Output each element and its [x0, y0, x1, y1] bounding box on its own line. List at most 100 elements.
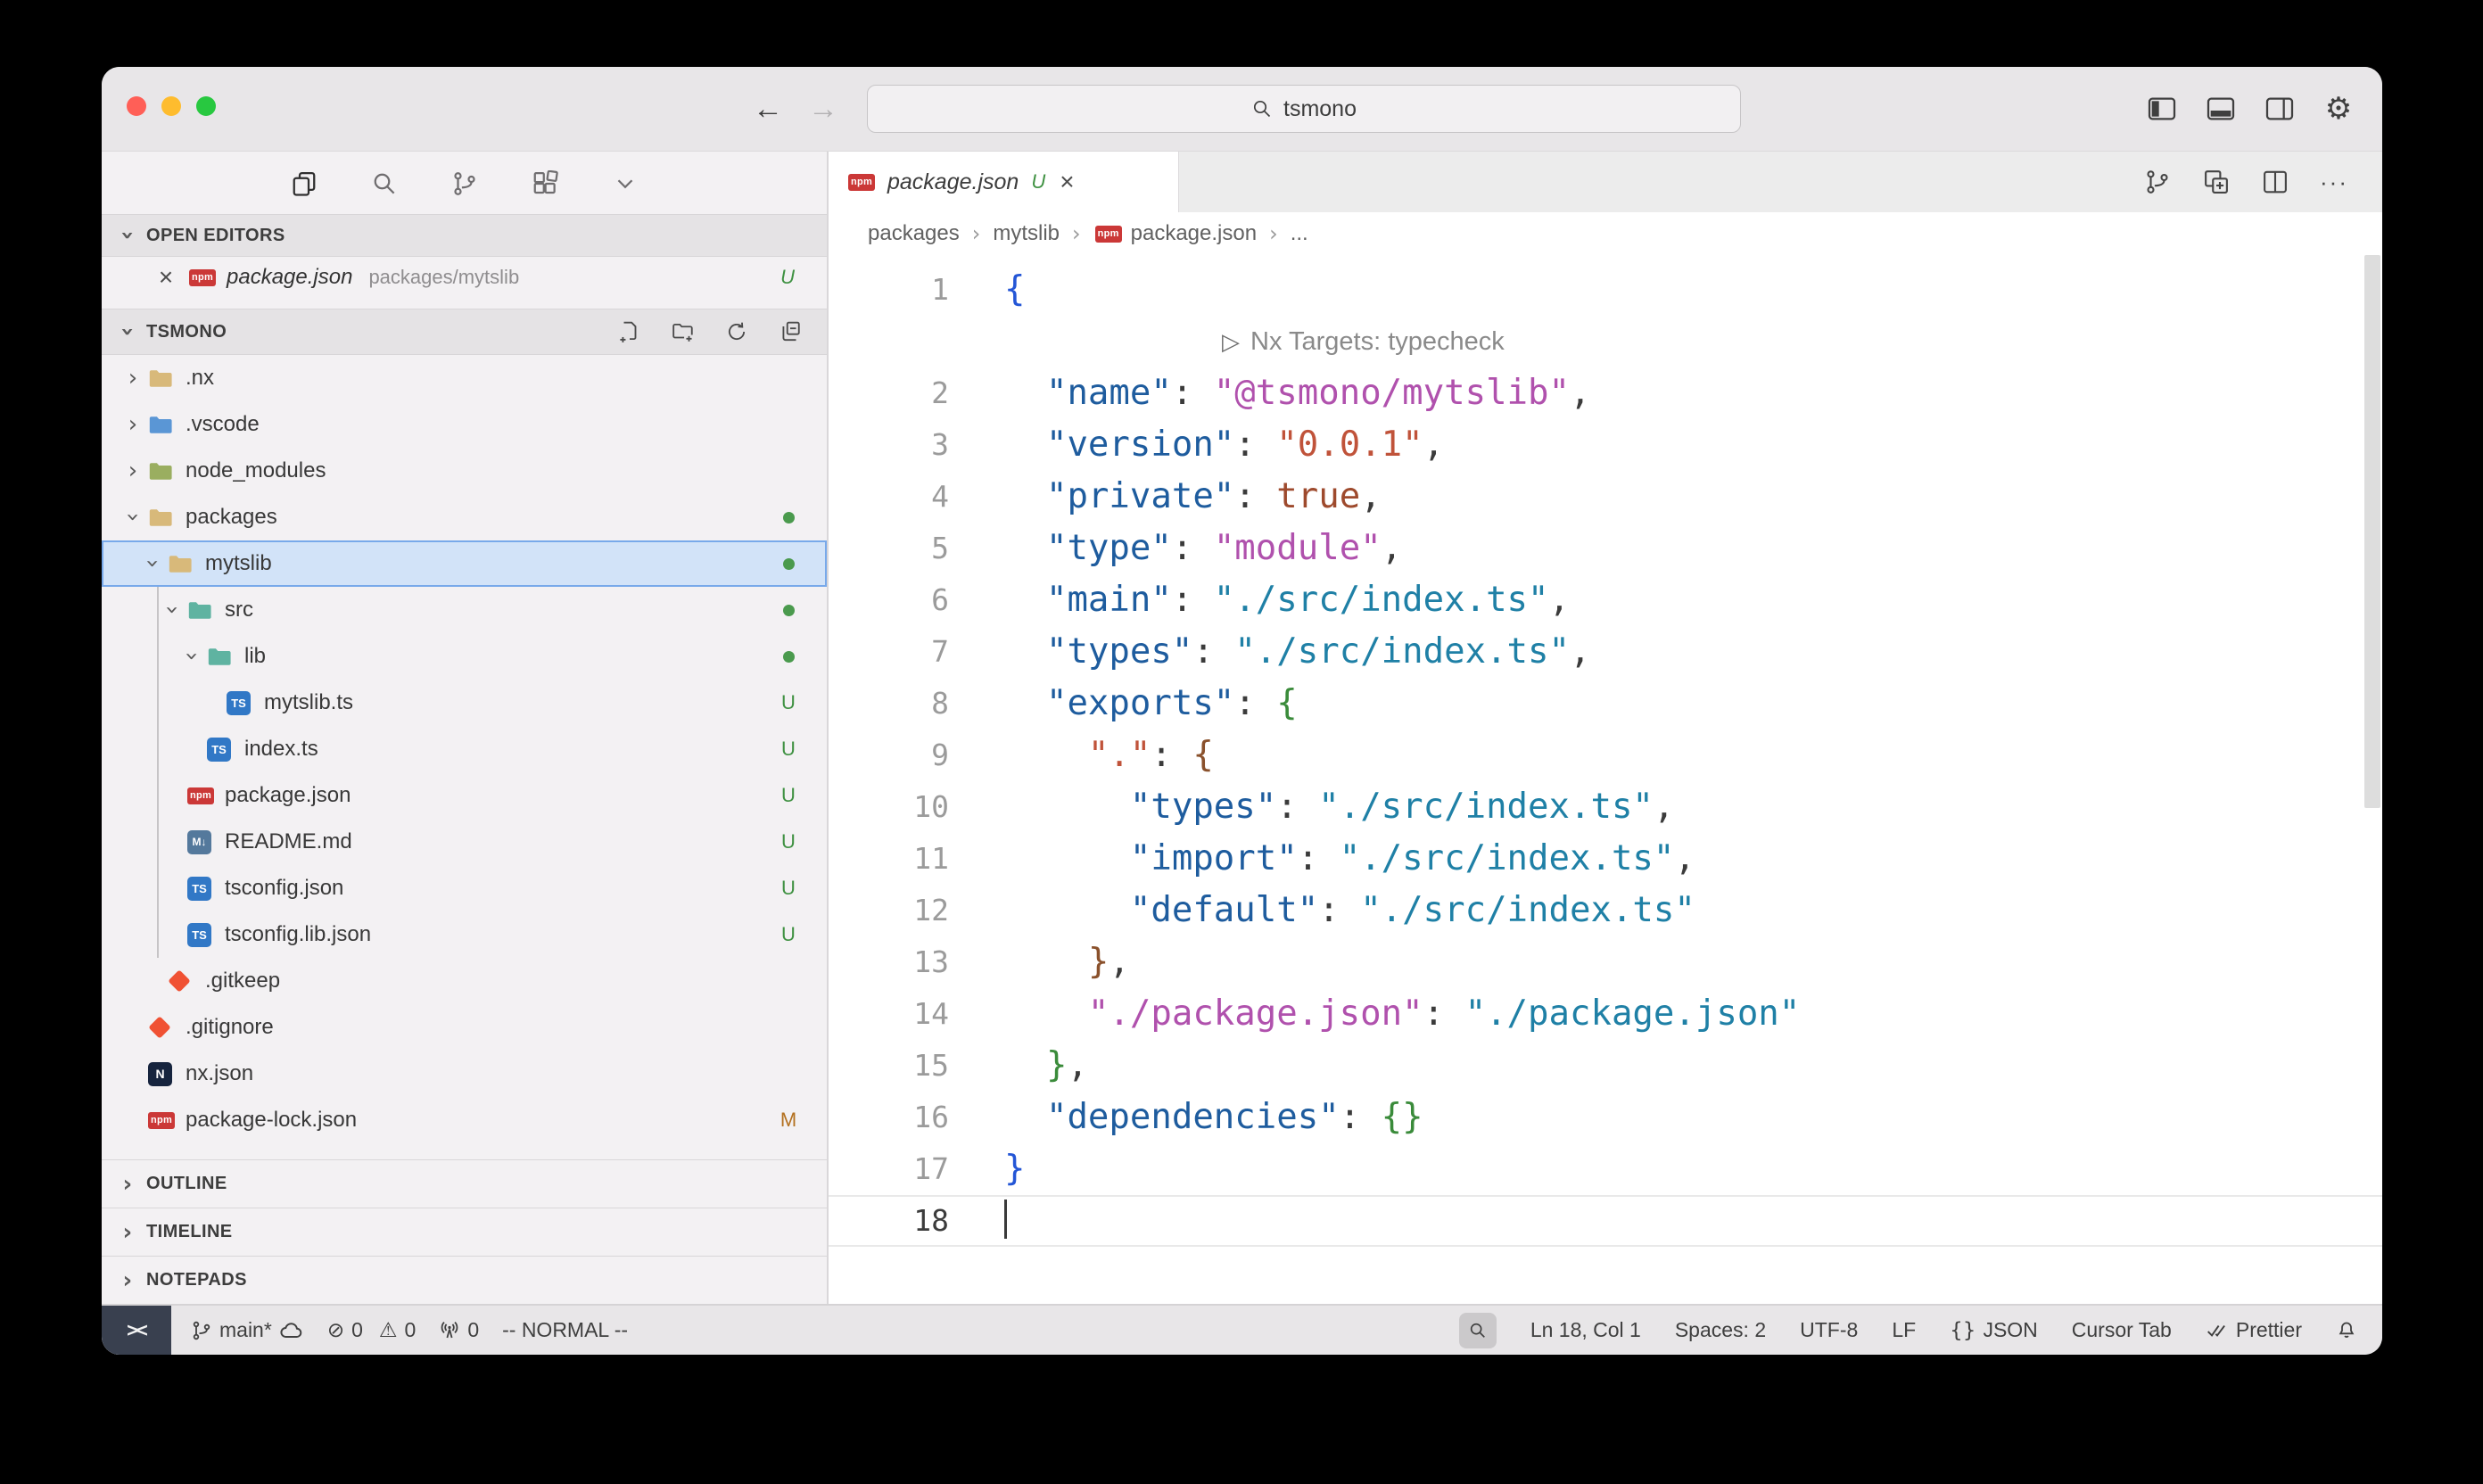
code-line-9[interactable]: 9 ".": { — [829, 730, 2382, 781]
notifications-bell-icon[interactable] — [2336, 1320, 2357, 1341]
cursor-tab-status[interactable]: Cursor Tab — [2072, 1318, 2172, 1342]
tab-close-icon[interactable]: × — [1060, 168, 1074, 196]
tree-item-index.ts[interactable]: TS index.tsU — [102, 726, 827, 772]
history-back-button[interactable]: ← — [747, 88, 788, 129]
source-control-icon[interactable] — [450, 169, 480, 199]
chevron-right-icon[interactable]: › — [118, 459, 148, 482]
open-editors-header[interactable]: › OPEN EDITORS — [102, 214, 827, 257]
source-control-graph-icon[interactable] — [2143, 168, 2172, 196]
tree-item-readme.md[interactable]: M↓ README.mdU — [102, 819, 827, 865]
chevron-right-icon[interactable]: › — [118, 367, 148, 390]
new-file-icon[interactable] — [616, 318, 643, 345]
maximize-window-button[interactable] — [196, 96, 216, 116]
tree-item-.gitignore[interactable]: .gitignore — [102, 1004, 827, 1051]
outline-section-header[interactable]: › OUTLINE — [102, 1159, 827, 1208]
language-mode-status[interactable]: {} JSON — [1950, 1318, 2038, 1342]
code-line-8[interactable]: 8 "exports": { — [829, 678, 2382, 730]
split-editor-icon[interactable] — [2261, 168, 2289, 196]
ports-status[interactable]: 0 — [439, 1318, 479, 1342]
project-section-header[interactable]: › TSMONO — [102, 309, 827, 355]
code-line-7[interactable]: 7 "types": "./src/index.ts", — [829, 626, 2382, 678]
toggle-secondary-sidebar-icon[interactable] — [2263, 88, 2297, 129]
more-actions-icon[interactable]: ··· — [2320, 169, 2348, 196]
toggle-primary-sidebar-icon[interactable] — [2145, 88, 2179, 129]
git-status-badge: U — [777, 877, 800, 900]
new-folder-icon[interactable] — [670, 318, 697, 345]
code-line-2[interactable]: 2 "name": "@tsmono/mytslib", — [829, 367, 2382, 419]
code-line-16[interactable]: 16 "dependencies": {} — [829, 1092, 2382, 1143]
chevron-down-icon[interactable]: › — [121, 502, 144, 532]
code-line-17[interactable]: 17 } — [829, 1143, 2382, 1195]
explorer-files-icon[interactable] — [289, 169, 319, 199]
problems-status[interactable]: ⊘ 0 ⚠ 0 — [327, 1318, 417, 1342]
open-editor-item[interactable]: × npm package.json packages/mytslib U — [102, 257, 827, 298]
run-icon[interactable]: ▷ — [1222, 329, 1240, 356]
close-window-button[interactable] — [127, 96, 146, 116]
tree-item-node-modules[interactable]: › node_modules — [102, 448, 827, 494]
tree-item-tsconfig.json[interactable]: TS tsconfig.jsonU — [102, 865, 827, 911]
tree-item-mytslib.ts[interactable]: TS mytslib.tsU — [102, 680, 827, 726]
chevron-down-icon[interactable]: › — [180, 641, 203, 672]
breadcrumb-item[interactable]: ... — [1291, 221, 1308, 246]
breadcrumb-item[interactable]: package.json — [1131, 221, 1257, 246]
code-line-14[interactable]: 14 "./package.json": "./package.json" — [829, 988, 2382, 1040]
tree-item-packages[interactable]: › packages — [102, 494, 827, 540]
extensions-icon[interactable] — [530, 169, 560, 199]
chevron-down-icon[interactable]: › — [161, 595, 184, 625]
code-line-18[interactable]: 18 — [829, 1195, 2382, 1247]
zoom-indicator[interactable] — [1459, 1313, 1497, 1348]
tree-item-src[interactable]: › src — [102, 587, 827, 633]
code-line-13[interactable]: 13 }, — [829, 936, 2382, 988]
code-line-12[interactable]: 12 "default": "./src/index.ts" — [829, 885, 2382, 936]
file-icon: N — [148, 1062, 184, 1086]
remote-indicator[interactable]: >< — [102, 1306, 171, 1355]
code-line-6[interactable]: 6 "main": "./src/index.ts", — [829, 574, 2382, 626]
tree-item-.vscode[interactable]: › .vscode — [102, 401, 827, 448]
code-line-11[interactable]: 11 "import": "./src/index.ts", — [829, 833, 2382, 885]
tree-item-package-lock.json[interactable]: npm package-lock.jsonM — [102, 1097, 827, 1143]
tree-item-tsconfig.lib.json[interactable]: TS tsconfig.lib.jsonU — [102, 911, 827, 958]
timeline-section-header[interactable]: › TIMELINE — [102, 1208, 827, 1256]
file-icon: TS — [227, 691, 262, 715]
open-changes-icon[interactable] — [2202, 168, 2231, 196]
code-line-5[interactable]: 5 "type": "module", — [829, 523, 2382, 574]
tree-item-mytslib[interactable]: › mytslib — [102, 540, 827, 587]
code-line-10[interactable]: 10 "types": "./src/index.ts", — [829, 781, 2382, 833]
eol-status[interactable]: LF — [1892, 1318, 1916, 1342]
cursor-position-status[interactable]: Ln 18, Col 1 — [1530, 1318, 1641, 1342]
settings-gear-icon[interactable]: ⚙ — [2322, 88, 2355, 129]
tree-item-.nx[interactable]: › .nx — [102, 355, 827, 401]
code-line-3[interactable]: 3 "version": "0.0.1", — [829, 419, 2382, 471]
minimize-window-button[interactable] — [161, 96, 181, 116]
history-forward-button[interactable]: → — [803, 88, 844, 129]
tree-item-.gitkeep[interactable]: .gitkeep — [102, 958, 827, 1004]
folder-icon — [207, 646, 243, 668]
editor-scrollbar[interactable] — [2364, 255, 2380, 808]
codelens-run-target[interactable]: ▷Nx Targets: typecheck — [829, 316, 2382, 367]
tree-item-package.json[interactable]: npm package.jsonU — [102, 772, 827, 819]
close-editor-icon[interactable]: × — [153, 263, 178, 292]
code-line-15[interactable]: 15 }, — [829, 1040, 2382, 1092]
tree-item-nx.json[interactable]: N nx.json — [102, 1051, 827, 1097]
code-editor[interactable]: 1 { ▷Nx Targets: typecheck2 "name": "@ts… — [829, 255, 2382, 1304]
encoding-status[interactable]: UTF-8 — [1800, 1318, 1858, 1342]
npm-file-icon: npm — [187, 787, 214, 804]
chevron-right-icon[interactable]: › — [118, 413, 148, 436]
breadcrumb-item[interactable]: mytslib — [993, 221, 1060, 246]
tab-package-json[interactable]: npm package.json U × — [829, 152, 1179, 212]
toggle-panel-icon[interactable] — [2204, 88, 2238, 129]
search-icon[interactable] — [369, 169, 400, 199]
tree-item-lib[interactable]: › lib — [102, 633, 827, 680]
code-line-4[interactable]: 4 "private": true, — [829, 471, 2382, 523]
code-line-1[interactable]: 1 { — [829, 264, 2382, 316]
formatter-status[interactable]: Prettier — [2206, 1318, 2302, 1342]
command-center-search[interactable]: tsmono — [867, 85, 1741, 133]
breadcrumb-item[interactable]: packages — [868, 221, 960, 246]
refresh-icon[interactable] — [723, 318, 750, 345]
indentation-status[interactable]: Spaces: 2 — [1675, 1318, 1766, 1342]
git-branch-status[interactable]: main* — [191, 1318, 304, 1342]
chevron-down-icon[interactable]: › — [141, 548, 164, 579]
notepads-section-header[interactable]: › NOTEPADS — [102, 1256, 827, 1304]
chevron-down-icon[interactable] — [610, 169, 640, 199]
collapse-all-icon[interactable] — [777, 318, 804, 345]
